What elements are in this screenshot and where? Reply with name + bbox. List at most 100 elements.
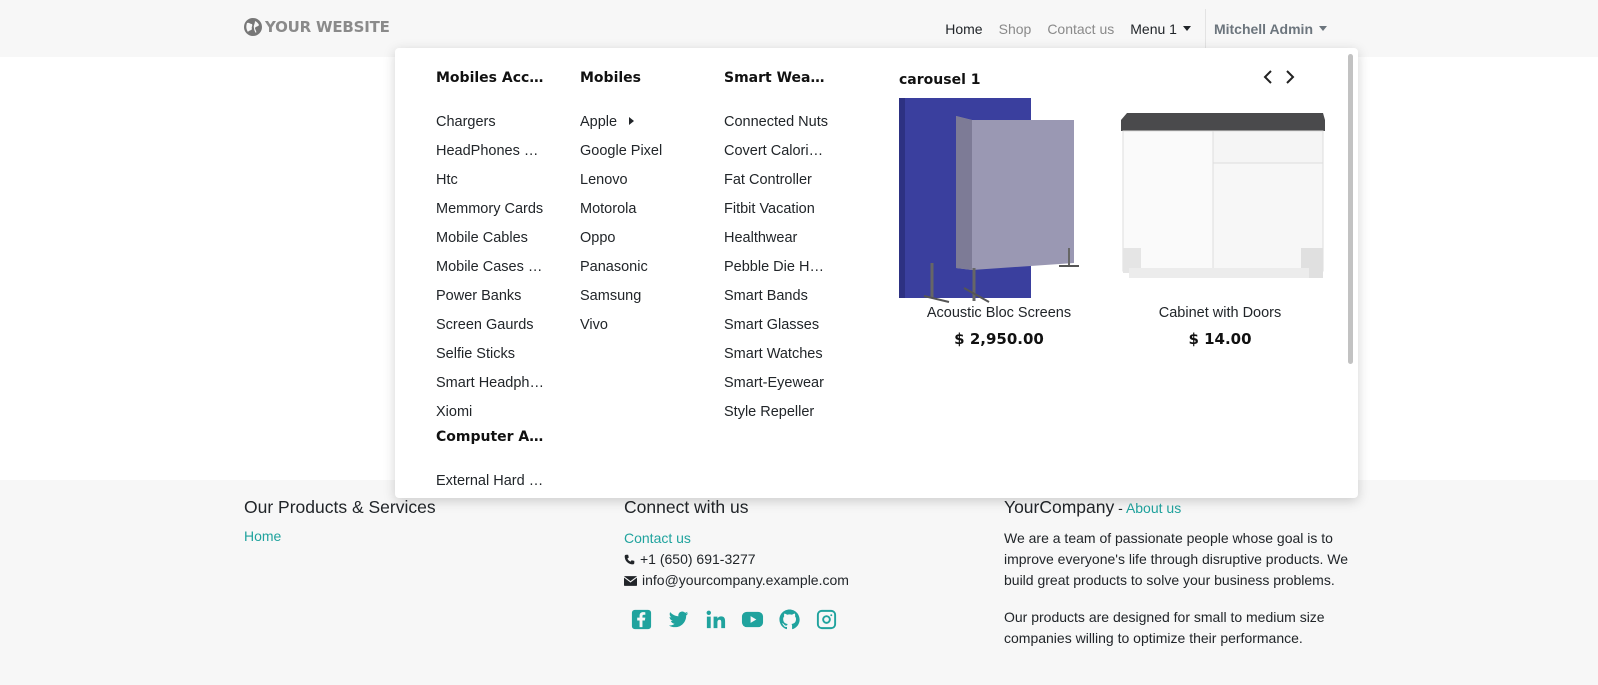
category-item[interactable]: Style Repeller [724, 402, 828, 431]
footer-email: info@yourcompany.example.com [624, 570, 849, 591]
category-item-label: Covert Calorie Burners [724, 143, 828, 159]
category-item-label: Healthwear [724, 230, 798, 246]
category-title[interactable]: Mobiles Accessories [436, 68, 546, 88]
category-item[interactable]: Samsung [580, 286, 690, 315]
category-item[interactable]: Smart Glasses [724, 315, 828, 344]
email-address: info@yourcompany.example.com [642, 572, 849, 588]
about-us-link[interactable]: About us [1126, 500, 1181, 516]
product-carousel: carousel 1 Acoustic Bloc Screens $ 2,950… [899, 70, 1329, 348]
caret-down-icon [1319, 26, 1327, 31]
category-item[interactable]: Smart-Eyewear [724, 373, 828, 402]
category-item[interactable]: Fitbit Vacation [724, 199, 828, 228]
category-item[interactable]: Connected Nuts [724, 112, 828, 141]
social-links [629, 607, 849, 632]
category-item[interactable]: Smart Headphones [436, 373, 546, 402]
title-separator: - [1114, 500, 1126, 516]
nav-shop[interactable]: Shop [991, 21, 1040, 37]
category-item[interactable]: Fat Controller [724, 170, 828, 199]
user-menu-dropdown[interactable]: Mitchell Admin [1206, 21, 1335, 37]
category-item-label: Power Banks [436, 288, 522, 304]
category-item[interactable]: Power Banks [436, 286, 546, 315]
instagram-icon[interactable] [814, 607, 839, 632]
footer-company-col: YourCompany - About us We are a team of … [1004, 497, 1354, 649]
category-item[interactable]: Mobile Cables [436, 228, 546, 257]
category-item-label: Motorola [580, 201, 637, 217]
menu-column-mobiles: Mobiles Apple Google Pixel Lenovo Motorola O… [580, 68, 690, 344]
company-name: YourCompany [1004, 497, 1115, 517]
category-item-label: Screen Gaurds [436, 317, 534, 333]
chevron-right-icon[interactable] [1283, 67, 1297, 87]
category-item[interactable]: Screen Gaurds [436, 315, 546, 344]
menu-scrollbar[interactable] [1348, 54, 1353, 364]
site-footer: Our Products & Services Home Connect wit… [0, 480, 1598, 685]
category-item[interactable]: Google Pixel [580, 141, 690, 170]
category-item-label: HeadPhones & Earphones [436, 143, 546, 159]
category-title[interactable]: Smart Wearables [724, 68, 828, 88]
envelope-icon [624, 575, 637, 586]
category-item[interactable]: Healthwear [724, 228, 828, 257]
category-item[interactable]: HeadPhones & Earphones [436, 141, 546, 170]
caret-right-icon [629, 117, 635, 125]
product-card[interactable]: Cabinet with Doors $ 14.00 [1115, 98, 1325, 348]
footer-connect-col: Connect with us Contact us +1 (650) 691-… [624, 497, 849, 632]
category-item-label: Vivo [580, 317, 608, 333]
youtube-icon[interactable] [740, 607, 765, 632]
caret-down-icon [1182, 26, 1191, 31]
product-name[interactable]: Cabinet with Doors [1115, 305, 1325, 321]
category-item[interactable]: Memmory Cards [436, 199, 546, 228]
footer-products-title: Our Products & Services [244, 497, 436, 517]
category-item[interactable]: Chargers [436, 112, 546, 141]
category-item[interactable]: External Hard Disks [436, 471, 546, 498]
category-item[interactable]: Lenovo [580, 170, 690, 199]
twitter-icon[interactable] [666, 607, 691, 632]
footer-contact-link[interactable]: Contact us [624, 528, 691, 549]
logo-text: YOUR WEBSITE [265, 18, 390, 36]
category-item[interactable]: Pebble Die Hard [724, 257, 828, 286]
nav-contact[interactable]: Contact us [1039, 21, 1122, 37]
category-item-label: Chargers [436, 114, 496, 130]
category-item[interactable]: Smart Watches [724, 344, 828, 373]
category-item[interactable]: Htc [436, 170, 546, 199]
facebook-icon[interactable] [629, 607, 654, 632]
category-item-label: Google Pixel [580, 143, 663, 159]
category-item[interactable]: Mobile Cases & Covers [436, 257, 546, 286]
category-item[interactable]: Covert Calorie Burners [724, 141, 828, 170]
carousel-controls [1261, 67, 1297, 87]
category-list: Connected Nuts Covert Calorie Burners Fat … [724, 112, 828, 431]
footer-products-col: Our Products & Services Home [244, 497, 436, 544]
product-card[interactable]: Acoustic Bloc Screens $ 2,950.00 [894, 98, 1104, 348]
github-icon[interactable] [777, 607, 802, 632]
category-title[interactable]: Computer Accessories [436, 427, 546, 447]
category-item[interactable]: Smart Bands [724, 286, 828, 315]
category-title[interactable]: Mobiles [580, 68, 690, 88]
category-item[interactable]: Vivo [580, 315, 690, 344]
chevron-left-icon[interactable] [1261, 67, 1275, 87]
nav-menu1-dropdown[interactable]: Menu 1 [1122, 21, 1199, 37]
category-item-label: Connected Nuts [724, 114, 828, 130]
category-item[interactable]: Selfie Sticks [436, 344, 546, 373]
linkedin-icon[interactable] [703, 607, 728, 632]
globe-icon [244, 18, 262, 36]
phone-number: +1 (650) 691-3277 [640, 551, 756, 567]
category-item[interactable]: Panasonic [580, 257, 690, 286]
footer-home-link[interactable]: Home [244, 528, 281, 544]
category-item[interactable]: Apple [580, 112, 690, 141]
category-item[interactable]: Motorola [580, 199, 690, 228]
category-item[interactable]: Oppo [580, 228, 690, 257]
category-item-label: Mobile Cables [436, 230, 528, 246]
site-logo[interactable]: YOUR WEBSITE [243, 17, 390, 37]
product-image-cabinet[interactable] [1115, 98, 1325, 303]
company-description: We are a team of passionate people whose… [1004, 530, 1349, 588]
product-name[interactable]: Acoustic Bloc Screens [894, 305, 1104, 321]
user-name: Mitchell Admin [1213, 20, 1313, 37]
category-item-label: Smart Glasses [724, 317, 820, 333]
mega-menu-dropdown: Mobiles Accessories Chargers HeadPhones &… [395, 48, 1358, 498]
category-list: Apple Google Pixel Lenovo Motorola Oppo Panas… [580, 112, 690, 344]
category-item-label: Smart Headphones [436, 375, 546, 391]
company-target: Our products are designed for small to m… [1004, 609, 1325, 646]
nav-home[interactable]: Home [937, 21, 990, 37]
category-list: External Hard Disks [436, 471, 546, 498]
footer-company-title: YourCompany - About us [1004, 497, 1354, 518]
product-image-acoustic-screens[interactable] [894, 98, 1104, 303]
category-item-label: Oppo [580, 230, 616, 246]
